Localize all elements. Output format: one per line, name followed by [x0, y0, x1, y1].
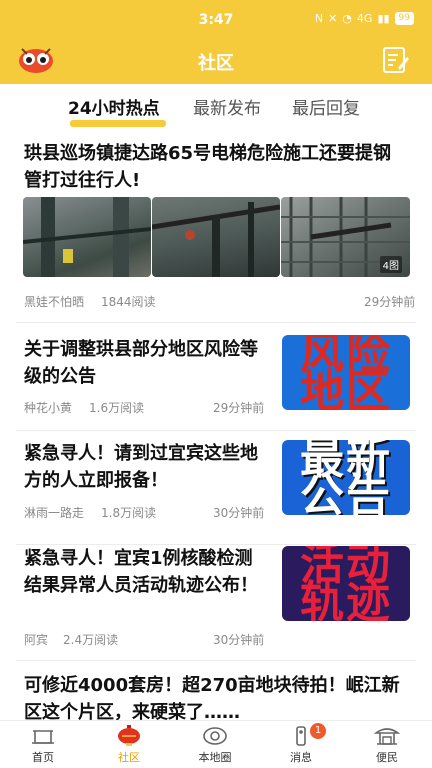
thumbnail-text: 最新公告: [300, 440, 392, 515]
post-thumbnail[interactable]: 活动轨迹: [282, 546, 410, 621]
compose-post-icon[interactable]: [380, 45, 410, 75]
post-card[interactable]: 紧急寻人！宜宾1例核酸检测结果异常人员活动轨迹公布！ 阿宾 2.4万阅读 30分…: [0, 545, 432, 675]
post-read-count: 1.8万阅读: [101, 506, 157, 520]
image-count-badge: 4图: [379, 256, 402, 273]
tabbar-messages[interactable]: 1 消息: [258, 721, 344, 768]
pavilion-icon: [374, 728, 400, 745]
status-bar: 3:47 N ✕ ◔ 4G ▮▮ 99: [0, 0, 432, 40]
thumbnail-text: 风险地区: [300, 335, 392, 410]
battery-icon: 99: [394, 12, 414, 25]
network-label: 4G: [356, 12, 373, 25]
bottom-tabbar: 首页 社区 本地圈 1 消息 便民: [0, 720, 432, 768]
post-card[interactable]: 珙县巡场镇捷达路65号电梯危险施工还要提钢管打过往行人! 4图 黑娃不怕晒 18…: [0, 130, 432, 322]
active-tab-indicator: [70, 120, 166, 127]
thumbnail-text: 活动轨迹: [300, 546, 392, 621]
tab-last-reply[interactable]: 最后回复: [292, 94, 360, 119]
post-read-count: 2.4万阅读: [63, 633, 119, 647]
post-title: 珙县巡场镇捷达路65号电梯危险施工还要提钢管打过往行人!: [24, 143, 392, 191]
home-icon: [32, 730, 54, 744]
post-author[interactable]: 阿宾: [24, 631, 48, 648]
signal-icon: ▮▮: [377, 12, 390, 25]
post-title: 紧急寻人！请到过宜宾这些地方的人立即报备！: [24, 443, 258, 491]
post-author[interactable]: 种花小黄: [24, 399, 72, 416]
post-read-count: 1.6万阅读: [89, 401, 145, 415]
post-thumbnail[interactable]: 风险地区: [282, 335, 410, 410]
tab-latest[interactable]: 最新发布: [193, 94, 261, 119]
tabbar-services[interactable]: 便民: [344, 721, 430, 768]
tab-24h-hot[interactable]: 24小时热点: [68, 94, 160, 119]
post-author[interactable]: 淋雨一路走: [24, 504, 84, 521]
app-header: 社区: [0, 40, 432, 84]
tabbar-local[interactable]: 本地圈: [172, 721, 258, 768]
post-photo[interactable]: [23, 197, 151, 277]
tabbar-home[interactable]: 首页: [0, 721, 86, 768]
tabbar-label: 便民: [376, 751, 398, 764]
post-author[interactable]: 黑娃不怕晒: [24, 293, 84, 310]
mute-icon: ✕: [328, 12, 338, 25]
post-photo[interactable]: 4图: [281, 197, 410, 277]
feed-tabs: 24小时热点 最新发布 最后回复: [0, 84, 432, 130]
unread-badge: 1: [310, 723, 326, 739]
scaffold-illustration: [152, 202, 280, 277]
tabbar-label: 本地圈: [198, 751, 232, 764]
eye-icon: [203, 727, 227, 745]
post-time: 29分钟前: [213, 401, 265, 415]
post-photo[interactable]: [152, 197, 280, 277]
tab-label: 最后回复: [292, 99, 360, 119]
post-time: 29分钟前: [364, 295, 416, 309]
post-title: 紧急寻人！宜宾1例核酸检测结果异常人员活动轨迹公布！: [24, 548, 258, 596]
nfc-icon: N: [314, 12, 324, 25]
post-time: 30分钟前: [213, 633, 265, 647]
post-feed[interactable]: 珙县巡场镇捷达路65号电梯危险施工还要提钢管打过往行人! 4图 黑娃不怕晒 18…: [0, 130, 432, 720]
post-thumbnail[interactable]: 最新公告: [282, 440, 410, 515]
lantern-icon: [118, 725, 140, 746]
tabbar-label: 首页: [32, 751, 54, 764]
scaffold-illustration: [23, 197, 151, 277]
post-title: 可修近4000套房！超270亩地块待拍！岷江新区这个片区，来硬菜了……: [24, 675, 400, 720]
post-time: 30分钟前: [213, 506, 265, 520]
post-read-count: 1844阅读: [101, 295, 156, 309]
post-card[interactable]: 紧急寻人！请到过宜宾这些地方的人立即报备！ 淋雨一路走 1.8万阅读 30分钟前…: [0, 431, 432, 546]
tabbar-label: 消息: [290, 751, 312, 764]
post-card[interactable]: 关于调整珙县部分地区风险等级的公告 种花小黄 1.6万阅读 29分钟前 风险地区: [0, 323, 432, 433]
page-title: 社区: [198, 53, 234, 74]
post-title: 关于调整珙县部分地区风险等级的公告: [24, 339, 258, 387]
tabbar-label: 社区: [118, 751, 140, 764]
tab-label: 最新发布: [193, 99, 261, 119]
post-card[interactable]: 可修近4000套房！超270亩地块待拍！岷江新区这个片区，来硬菜了……: [0, 661, 432, 720]
tab-label: 24小时热点: [68, 99, 160, 119]
tabbar-community[interactable]: 社区: [86, 721, 172, 768]
wifi-icon: ◔: [342, 12, 352, 25]
status-icons: N ✕ ◔ 4G ▮▮ 99: [315, 12, 414, 25]
